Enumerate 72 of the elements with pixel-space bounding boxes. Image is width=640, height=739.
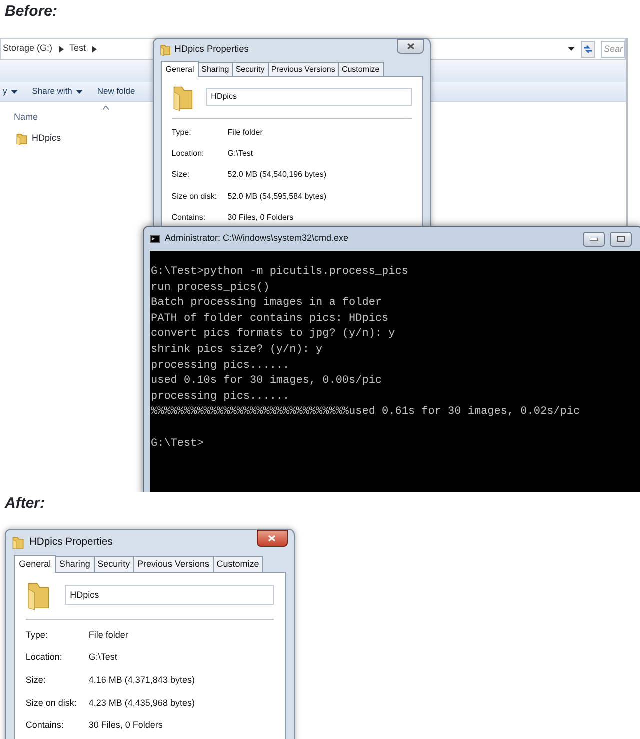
folder-icon	[160, 44, 171, 56]
property-label: Contains:	[172, 212, 207, 224]
property-value: 52.0 MB (54,595,584 bytes)	[228, 190, 328, 203]
property-label: Size on disk:	[26, 696, 78, 710]
console-line: PATH of folder contains pics: HDpics	[151, 312, 390, 327]
property-value: 52.0 MB (54,540,196 bytes)	[228, 169, 328, 182]
tab[interactable]: Sharing	[55, 556, 95, 572]
caption-label: After:	[4, 494, 46, 514]
caption-label: Before:	[4, 2, 59, 22]
tab[interactable]: Security	[232, 62, 269, 76]
close-icon	[406, 43, 415, 50]
name-field[interactable]: HDpics	[206, 88, 412, 106]
console-line: %%%%%%%%%%%%%%%%%%%%%%%%%%%%%%used 0.61s for 30 images, 0.02s/pic	[151, 405, 582, 420]
property-value: 30 Files, 0 Folders	[88, 719, 164, 732]
column-header[interactable]: Name	[14, 112, 38, 122]
property-value: 4.16 MB (4,371,843 bytes)	[88, 674, 196, 688]
console-line: convert pics formats to jpg? (y/n): y	[151, 327, 396, 342]
chevron-icon	[58, 46, 64, 52]
console-icon	[150, 235, 160, 243]
property-label: Size:	[172, 169, 191, 182]
console-line: used 0.10s for 30 images, 0.00s/pic	[151, 374, 384, 390]
breadcrumb-item[interactable]: Test	[70, 42, 86, 56]
dropdown-caret-icon[interactable]	[568, 47, 575, 51]
window-title: HDpics Properties	[174, 43, 249, 56]
minimize-icon	[590, 238, 598, 240]
property-value: 4.23 MB (4,435,968 bytes)	[88, 696, 196, 710]
toolbar-button[interactable]: y	[3, 85, 18, 98]
name-field[interactable]: HDpics	[64, 585, 274, 606]
toolbar-button[interactable]: New folde	[97, 85, 136, 98]
tab[interactable]: Previous Versions	[268, 62, 340, 76]
console-line: run process_pics()	[151, 280, 271, 296]
console-line: shrink pics size? (y/n): y	[151, 342, 324, 358]
tab[interactable]: Security	[94, 556, 134, 572]
tab[interactable]: General	[14, 555, 56, 573]
property-label: Contains:	[26, 719, 65, 732]
console-line: G:\Test>python -m picutils.process_pics	[151, 265, 410, 280]
property-value: G:\Test	[228, 148, 254, 160]
minimize-button[interactable]	[583, 232, 605, 246]
property-label: Type:	[172, 126, 192, 139]
property-label: Location:	[172, 148, 206, 160]
folder-icon	[16, 132, 28, 145]
console-prompt: G:\Test>	[151, 436, 205, 452]
property-value: File folder	[228, 126, 264, 139]
window-title: HDpics Properties	[29, 536, 113, 550]
property-value: 30 Files, 0 Folders	[228, 212, 295, 224]
tab[interactable]: Previous Versions	[133, 556, 214, 572]
tab[interactable]: Customize	[338, 62, 384, 76]
property-value: File folder	[88, 628, 130, 642]
tab[interactable]: General	[161, 61, 199, 78]
chevron-icon	[92, 46, 98, 52]
tab[interactable]: Sharing	[198, 62, 234, 76]
property-label: Size:	[26, 674, 47, 688]
console-line: Batch processing images in a folder	[151, 296, 384, 312]
property-label: Location:	[26, 651, 64, 664]
tab[interactable]: Customize	[212, 556, 264, 572]
refresh-icon	[583, 44, 593, 54]
console-line: processing pics......	[151, 358, 291, 374]
window-title: Administrator: C:\Windows\system32\cmd.exe	[165, 232, 349, 246]
close-button[interactable]	[257, 530, 288, 548]
toolbar-button[interactable]: Share with	[32, 85, 84, 98]
maximize-icon	[617, 236, 625, 242]
console-line: processing pics......	[151, 390, 291, 405]
close-button[interactable]	[397, 39, 424, 54]
close-icon	[268, 535, 276, 542]
property-label: Size on disk:	[172, 190, 218, 203]
property-value: G:\Test	[88, 651, 118, 664]
folder-icon	[12, 536, 25, 550]
refresh-button[interactable]	[581, 40, 595, 58]
file-item[interactable]: HDpics	[32, 132, 62, 146]
breadcrumb-item[interactable]: Storage (G:)	[3, 42, 53, 56]
property-label: Type:	[26, 628, 49, 642]
maximize-button[interactable]	[610, 232, 632, 246]
